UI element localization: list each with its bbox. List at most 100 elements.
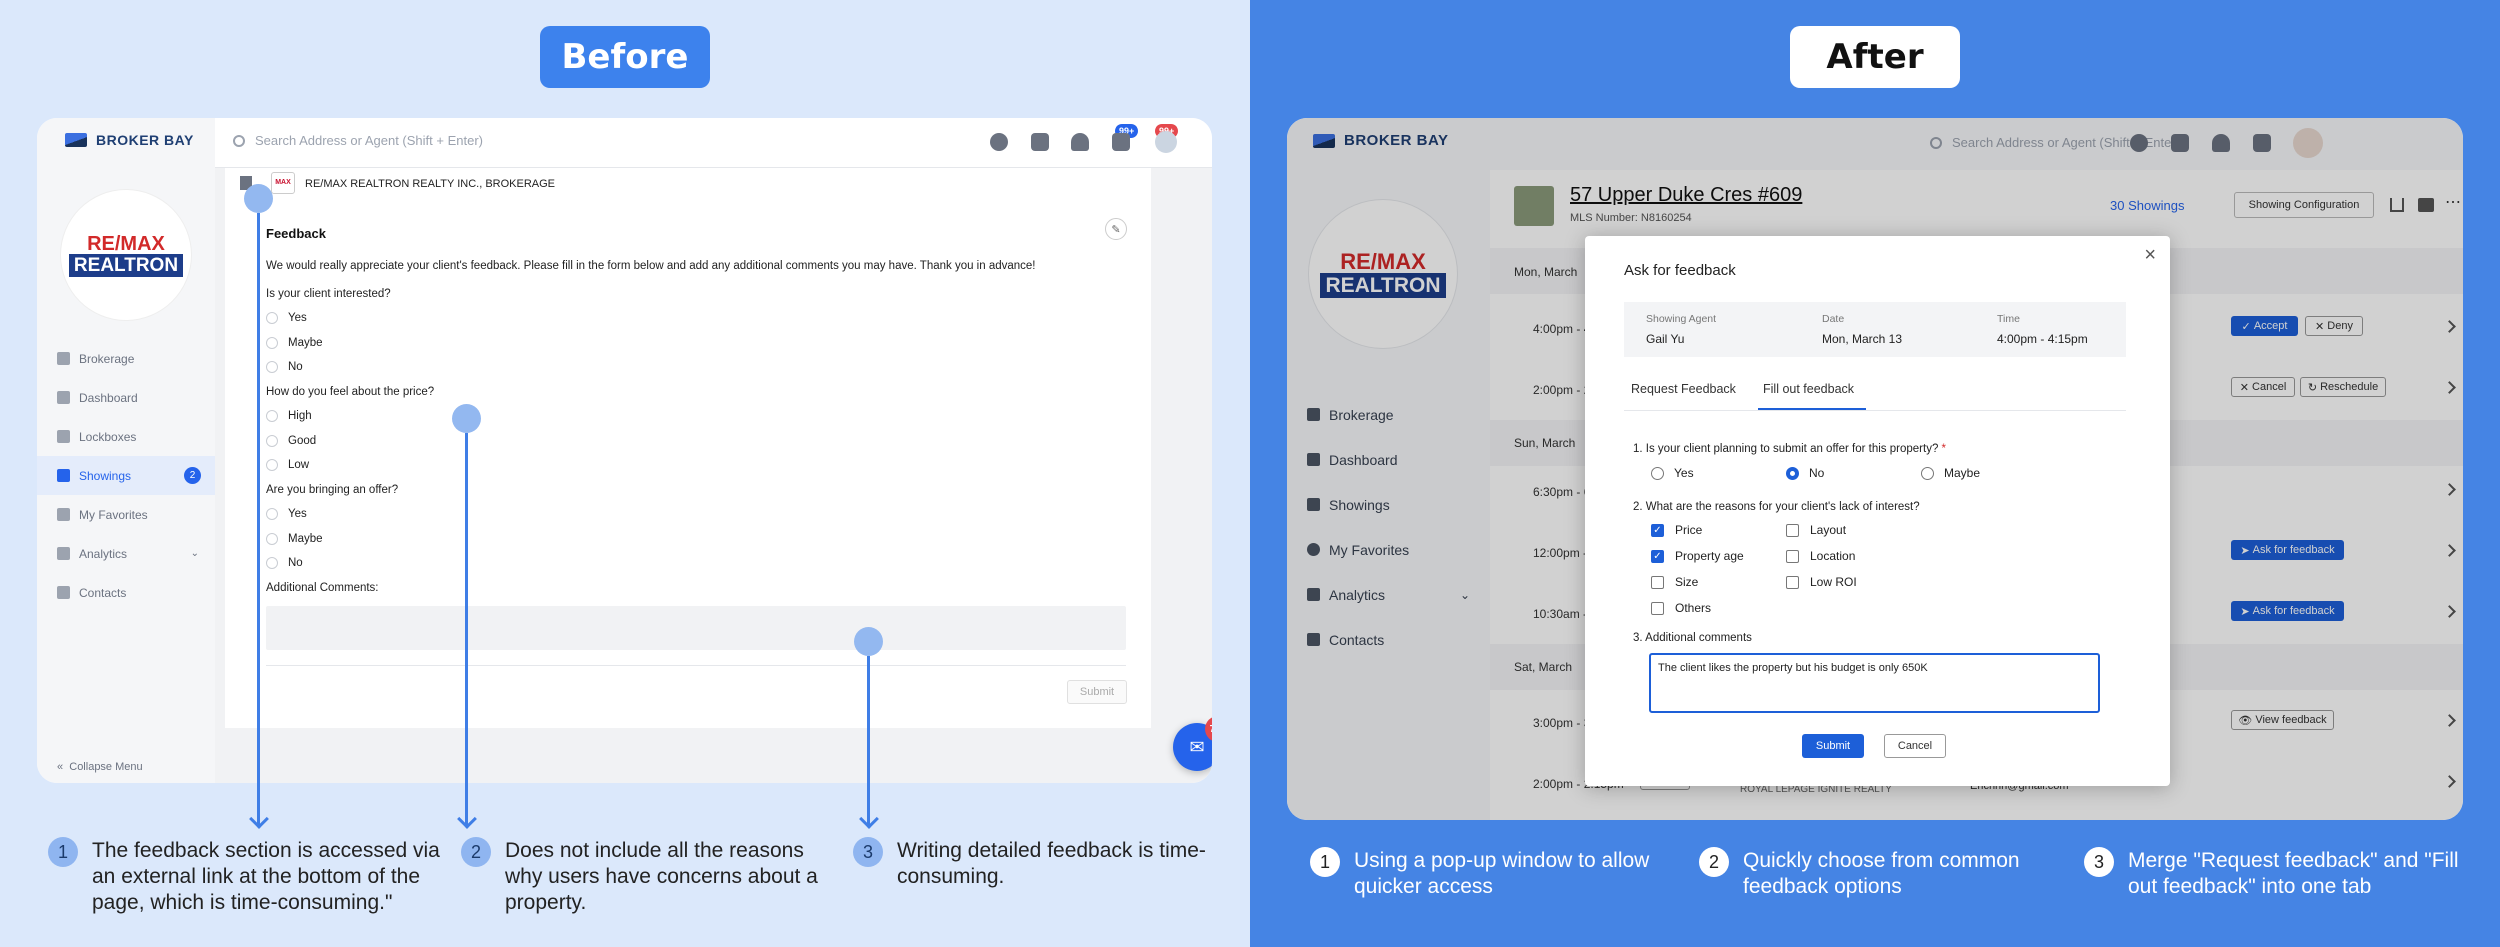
showings-badge: 2: [184, 467, 201, 484]
collapse-menu-button[interactable]: « Collapse Menu: [57, 761, 143, 773]
radio-offer-maybe[interactable]: Maybe: [1921, 466, 1980, 480]
after-note-3: 3 Merge "Request feedback" and "Fill out …: [2084, 847, 2484, 900]
brokerbay-logo-icon: [65, 133, 87, 147]
remax-small-logo: MAX: [271, 172, 295, 194]
divider: [266, 665, 1126, 666]
sidebar-item-dashboard[interactable]: Dashboard: [37, 378, 215, 417]
before-screenshot: BROKER BAY RE/MAX REALTRON Brokerage Das…: [37, 118, 1212, 783]
checkbox-layout[interactable]: Layout: [1786, 523, 1846, 537]
radio-offer-yes[interactable]: Yes: [266, 508, 307, 520]
checkbox-location[interactable]: Location: [1786, 549, 1855, 563]
chart-icon: [57, 547, 70, 560]
radio-price-high[interactable]: High: [266, 410, 312, 422]
marker-2: [452, 404, 481, 433]
radio-offer-yes[interactable]: Yes: [1651, 466, 1694, 480]
before-note-2: 2 Does not include all the reasons why us…: [461, 837, 841, 916]
arrow-head-3: [859, 809, 879, 829]
submit-button[interactable]: Submit: [1802, 734, 1864, 758]
marker-3: [854, 627, 883, 656]
double-chevron-left-icon: «: [57, 761, 64, 773]
before-note-1: 1 The feedback section is accessed via an…: [48, 837, 458, 916]
after-panel: After BROKER BAY RE/MAX REALTRON Brokera…: [1250, 0, 2500, 947]
arrow-line-1: [257, 213, 260, 825]
sidebar-item-showings[interactable]: Showings 2: [37, 456, 215, 495]
feedback-intro: We would really appreciate your client's…: [266, 260, 1036, 272]
bell-icon[interactable]: [1071, 133, 1089, 151]
radio-interested-no[interactable]: No: [266, 361, 303, 373]
before-heading: Before: [540, 26, 710, 88]
checkbox-size[interactable]: Size: [1651, 575, 1698, 589]
brokerage-name: RE/MAX REALTRON REALTY INC., BROKERAGE: [305, 178, 555, 190]
comments-textarea[interactable]: [266, 606, 1126, 650]
sidebar-item-favorites[interactable]: My Favorites: [37, 495, 215, 534]
topbar: Search Address or Agent (Shift + Enter) …: [215, 118, 1212, 168]
radio-offer-no[interactable]: No: [1786, 466, 1824, 480]
brokerage-avatar: RE/MAX REALTRON: [61, 190, 191, 320]
arrow-head-1: [249, 809, 269, 829]
ask-feedback-modal: Ask for feedback × Showing Agent Gail Yu…: [1585, 236, 2170, 786]
radio-price-good[interactable]: Good: [266, 435, 316, 447]
sidebar: BROKER BAY RE/MAX REALTRON Brokerage Das…: [37, 118, 215, 783]
close-icon[interactable]: ×: [2144, 244, 2156, 267]
user-avatar[interactable]: [1155, 131, 1177, 153]
envelope-icon: ✉: [1189, 736, 1205, 757]
heart-icon: [57, 508, 70, 521]
sidebar-item-lockboxes[interactable]: Lockboxes: [37, 417, 215, 456]
checkbox-low-roi[interactable]: Low ROI: [1786, 575, 1857, 589]
showing-time: 4:00pm - 4:15pm: [1997, 332, 2088, 346]
after-note-1: 1 Using a pop-up window to allow quicker …: [1310, 847, 1650, 900]
showing-date: Mon, March 13: [1822, 332, 1903, 346]
showing-agent: Gail Yu: [1646, 332, 1685, 346]
main-content: MAX RE/MAX REALTRON REALTY INC., BROKERA…: [215, 168, 1212, 783]
tab-fill-out-feedback[interactable]: Fill out feedback: [1763, 382, 1854, 396]
before-note-3: 3 Writing detailed feedback is time-consu…: [853, 837, 1223, 890]
search-icon: [233, 134, 245, 147]
before-panel: Before BROKER BAY RE/MAX REALTRON Broker…: [0, 0, 1250, 947]
folder-icon[interactable]: [1031, 133, 1049, 151]
tab-divider: [1624, 410, 2126, 411]
marker-1: [244, 184, 273, 213]
tab-request-feedback[interactable]: Request Feedback: [1631, 382, 1736, 396]
showing-info-panel: Showing Agent Gail Yu Date Mon, March 13…: [1624, 302, 2126, 357]
submit-button[interactable]: Submit: [1067, 680, 1127, 704]
comments-label: Additional Comments:: [266, 582, 379, 594]
chevron-down-icon: ⌄: [190, 548, 199, 559]
checkbox-property-age[interactable]: ✓ Property age: [1651, 549, 1744, 563]
comments-textarea[interactable]: The client likes the property but his bu…: [1649, 653, 2100, 713]
sidebar-item-analytics[interactable]: Analytics ⌄: [37, 534, 215, 573]
feedback-title: Feedback: [266, 226, 326, 241]
calendar-icon: [57, 469, 70, 482]
modal-title: Ask for feedback: [1624, 262, 1736, 279]
question-price: How do you feel about the price?: [266, 386, 435, 398]
question-comments: 3. Additional comments: [1633, 632, 1752, 644]
arrow-head-2: [457, 809, 477, 829]
radio-offer-no[interactable]: No: [266, 557, 303, 569]
checkbox-price[interactable]: ✓ Price: [1651, 523, 1702, 537]
question-reasons: 2. What are the reasons for your client'…: [1633, 501, 1920, 513]
radio-price-low[interactable]: Low: [266, 459, 309, 471]
arrow-line-2: [465, 433, 468, 825]
lock-icon: [57, 430, 70, 443]
sidebar-item-contacts[interactable]: Contacts: [37, 573, 215, 612]
arrow-line-3: [867, 656, 870, 825]
feedback-card: MAX RE/MAX REALTRON REALTY INC., BROKERA…: [225, 168, 1151, 728]
radio-offer-maybe[interactable]: Maybe: [266, 533, 323, 545]
after-screenshot: BROKER BAY RE/MAX REALTRON Brokerage Das…: [1287, 118, 2463, 820]
question-offer: Are you bringing an offer?: [266, 484, 399, 496]
question-offer: 1. Is your client planning to submit an …: [1633, 443, 1947, 455]
dashboard-icon: [57, 391, 70, 404]
contacts-icon: [57, 586, 70, 599]
after-heading: After: [1790, 26, 1960, 88]
help-icon[interactable]: [990, 133, 1008, 151]
edit-icon[interactable]: ✎: [1105, 218, 1127, 240]
checkbox-others[interactable]: Others: [1651, 601, 1711, 615]
sidebar-item-brokerage[interactable]: Brokerage: [37, 339, 215, 378]
cancel-button[interactable]: Cancel: [1884, 734, 1946, 758]
radio-interested-maybe[interactable]: Maybe: [266, 337, 323, 349]
radio-interested-yes[interactable]: Yes: [266, 312, 307, 324]
search-input[interactable]: Search Address or Agent (Shift + Enter): [233, 133, 483, 148]
chat-icon[interactable]: [1112, 133, 1130, 151]
question-interested: Is your client interested?: [266, 288, 391, 300]
sidebar-nav: Brokerage Dashboard Lockboxes Showings 2 …: [37, 339, 215, 612]
brokerbay-logo[interactable]: BROKER BAY: [65, 132, 194, 148]
